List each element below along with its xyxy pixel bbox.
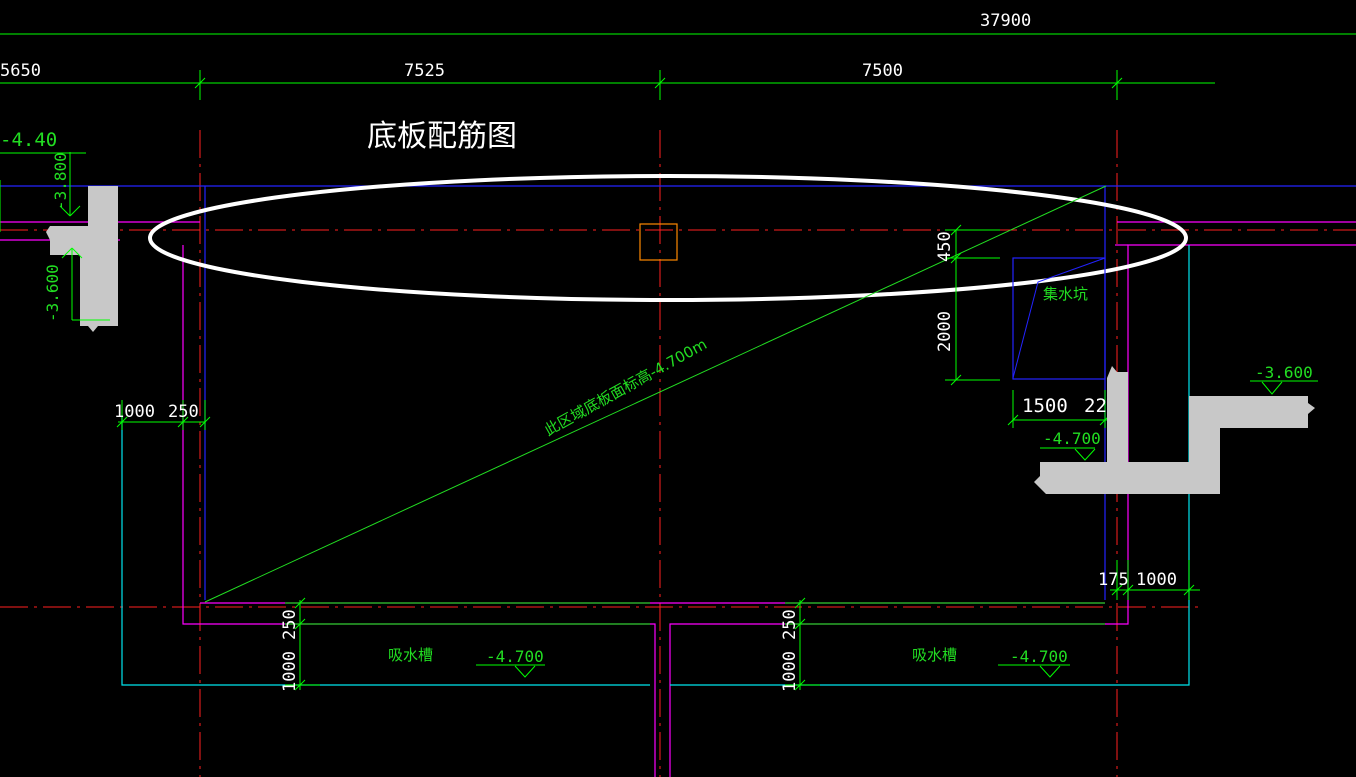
level-top-left: -4.40 — [0, 129, 57, 151]
level-left-upper: -3.800 — [51, 152, 70, 210]
level-right-lower: -4.700 — [1043, 429, 1101, 448]
level-left-lower: -3.600 — [43, 264, 62, 322]
dim-pit-2000: 2000 — [935, 311, 955, 352]
dim-span-mid: 7525 — [404, 61, 445, 81]
sump-pit-label: 集水坑 — [1043, 285, 1088, 303]
level-right-upper: -3.600 — [1255, 363, 1313, 382]
drawing-title: 底板配筋图 — [367, 119, 517, 154]
dim-overall: 37900 — [980, 11, 1031, 31]
dim-bottom-250-a: 250 — [280, 609, 300, 640]
dim-left-250: 250 — [168, 402, 199, 422]
dim-bottom-1000-b: 1000 — [780, 651, 800, 692]
dim-left-1000: 1000 — [114, 402, 155, 422]
dim-bottom-250-b: 250 — [780, 609, 800, 640]
dim-pit-1500: 1500 — [1022, 395, 1068, 417]
dim-span-right: 7500 — [862, 61, 903, 81]
dim-bottom-1000-a: 1000 — [280, 651, 300, 692]
drawing-background — [0, 0, 1356, 777]
level-bottom-a: -4.700 — [486, 647, 544, 666]
dim-pit-450: 450 — [935, 231, 955, 262]
dim-right-1000: 1000 — [1136, 570, 1177, 590]
level-bottom-b: -4.700 — [1010, 647, 1068, 666]
dim-right-175: 175 — [1098, 570, 1129, 590]
trench-a-label: 吸水槽 — [388, 646, 433, 664]
cad-drawing: 37900 5650 7525 7500 底板配筋图 此区域底板面标高-4.70 — [0, 0, 1356, 777]
trench-b-label: 吸水槽 — [912, 646, 957, 664]
dim-span-left: 5650 — [0, 61, 41, 81]
